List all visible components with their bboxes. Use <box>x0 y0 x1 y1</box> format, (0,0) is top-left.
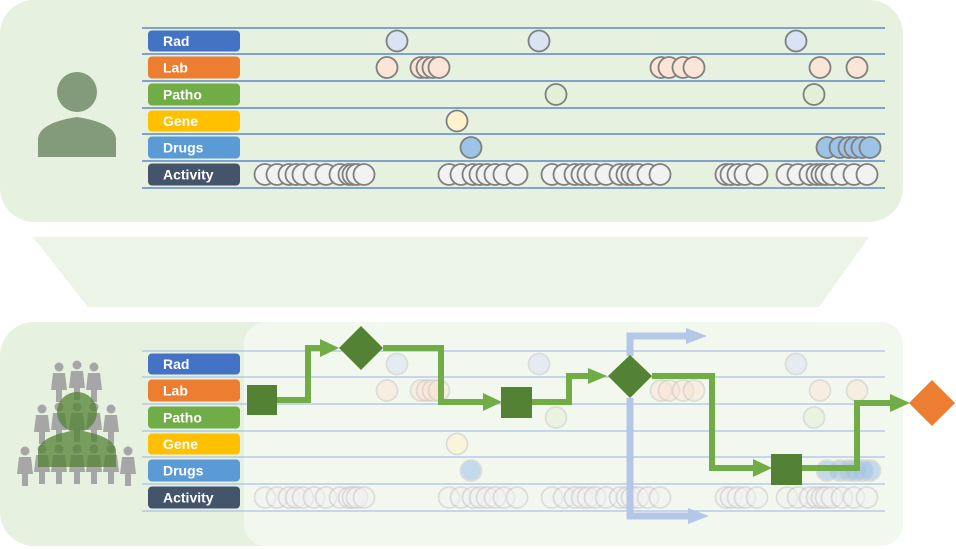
event-marker-lab <box>845 379 869 402</box>
row-label-activity: Activity <box>148 163 240 186</box>
event-marker-patho <box>544 406 568 429</box>
row-label-drugs: Drugs <box>148 136 240 159</box>
event-marker-activity <box>505 163 529 186</box>
event-marker-activity <box>855 486 879 509</box>
row-label-box <box>148 353 240 375</box>
row-label-text: Rad <box>163 33 189 49</box>
row-label-lab: Lab <box>148 379 240 402</box>
event-marker-lab <box>375 56 399 79</box>
row-label-box <box>148 30 240 52</box>
row-label-text: Gene <box>163 436 198 452</box>
row-label-text: Lab <box>163 383 188 399</box>
outcome-node <box>909 380 955 426</box>
single-patient-panel <box>0 0 903 222</box>
step-node-2 <box>501 387 532 418</box>
event-marker-lab <box>808 379 832 402</box>
row-label-text: Patho <box>163 410 202 426</box>
row-label-text: Rad <box>163 356 189 372</box>
row-label-gene: Gene <box>148 110 240 132</box>
event-marker-rad <box>385 352 409 376</box>
row-label-patho: Patho <box>148 406 240 429</box>
event-marker-drugs <box>459 459 483 482</box>
event-marker-patho <box>802 83 826 106</box>
event-marker-activity <box>745 163 769 186</box>
event-marker-lab <box>845 56 869 79</box>
row-label-text: Patho <box>163 87 202 103</box>
row-label-activity: Activity <box>148 486 240 509</box>
event-marker-drugs <box>858 136 882 159</box>
event-marker-lab <box>375 379 399 402</box>
event-marker-activity <box>505 486 529 509</box>
event-marker-rad <box>784 29 808 53</box>
row-label-box <box>148 56 240 79</box>
event-marker-activity <box>745 486 769 509</box>
pathway-overlay <box>244 322 903 546</box>
event-marker-lab <box>427 56 451 79</box>
event-marker-lab <box>682 56 706 79</box>
row-label-text: Activity <box>163 490 214 506</box>
event-marker-lab <box>808 56 832 79</box>
row-label-text: Lab <box>163 60 188 76</box>
event-marker-drugs <box>459 136 483 159</box>
patient-pathway-diagram: Rad Lab Patho Gene Drugs Activity Rad Lab Patho… <box>0 0 955 546</box>
row-label-text: Drugs <box>163 140 204 156</box>
funnel-connector <box>33 237 869 307</box>
row-label-patho: Patho <box>148 83 240 106</box>
event-marker-activity <box>352 486 376 509</box>
row-label-box <box>148 379 240 402</box>
event-marker-rad <box>527 29 551 53</box>
event-marker-gene <box>445 432 469 456</box>
event-marker-patho <box>544 83 568 106</box>
event-marker-gene <box>445 109 469 133</box>
event-marker-rad <box>385 29 409 53</box>
event-marker-activity <box>352 163 376 186</box>
event-marker-rad <box>527 352 551 376</box>
row-label-rad: Rad <box>148 30 240 52</box>
row-label-rad: Rad <box>148 353 240 375</box>
row-label-text: Activity <box>163 167 214 183</box>
step-node-1 <box>247 385 277 415</box>
event-marker-rad <box>784 352 808 376</box>
event-marker-activity <box>855 163 879 186</box>
row-label-drugs: Drugs <box>148 459 240 482</box>
row-label-text: Gene <box>163 113 198 129</box>
event-marker-drugs <box>858 459 882 482</box>
event-marker-lab <box>682 379 706 402</box>
row-label-lab: Lab <box>148 56 240 79</box>
step-node-3 <box>771 454 802 485</box>
event-marker-patho <box>802 406 826 429</box>
event-marker-activity <box>648 163 672 186</box>
event-marker-activity <box>648 486 672 509</box>
row-label-gene: Gene <box>148 433 240 455</box>
row-label-text: Drugs <box>163 463 204 479</box>
